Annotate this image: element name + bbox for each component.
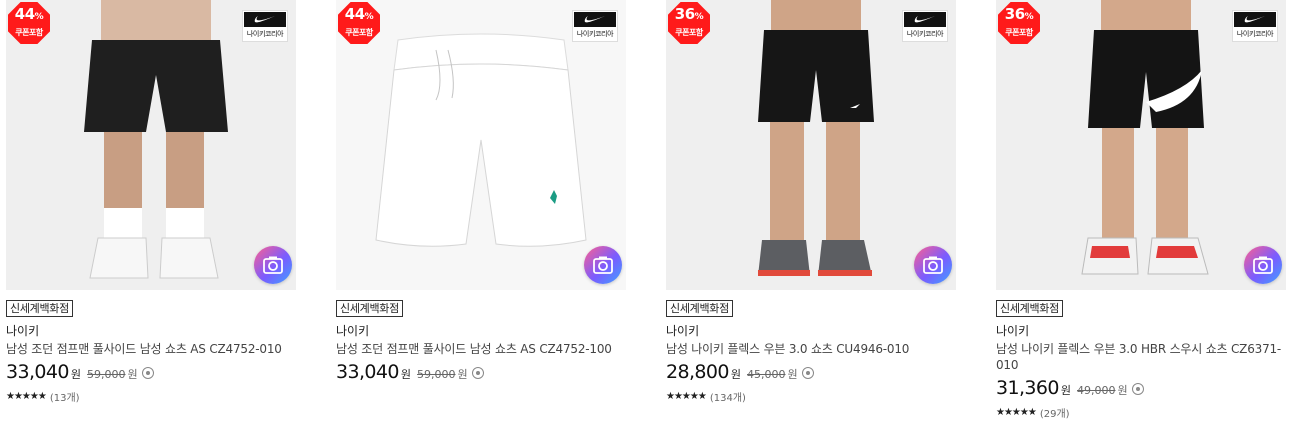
nike-swoosh-icon <box>1244 16 1265 23</box>
info-icon[interactable] <box>801 367 814 379</box>
camera-icon <box>923 256 943 274</box>
product-photo-model-black-shorts <box>666 0 956 290</box>
product-card[interactable]: 44% 쿠폰포함 나이키코리아 신세계백화점 나이키 남성 조던 점프맨 풀사이… <box>336 0 626 385</box>
brand-name[interactable]: 나이키 <box>336 323 626 339</box>
star-rating: ★★★★★ <box>666 390 707 402</box>
camera-icon <box>593 256 613 274</box>
review-count[interactable]: (13개) <box>50 389 80 404</box>
brand-name[interactable]: 나이키 <box>996 323 1286 339</box>
store-tag: 신세계백화점 <box>336 300 403 317</box>
price-unit: 원 <box>1060 384 1072 397</box>
rating-row: ★★★★★ (134개) <box>666 389 956 404</box>
rating-row: ★★★★★ (29개) <box>996 405 1286 420</box>
product-image[interactable]: 44% 쿠폰포함 나이키코리아 <box>336 0 626 290</box>
brand-logo: 나이키코리아 <box>1232 10 1278 42</box>
nike-swoosh-icon <box>254 16 275 23</box>
discount-value: 44 <box>344 5 365 23</box>
discount-value: 36 <box>674 5 695 23</box>
price-unit: 원 <box>400 368 412 381</box>
similar-search-button[interactable] <box>914 246 952 284</box>
brand-logo: 나이키코리아 <box>902 10 948 42</box>
store-tag: 신세계백화점 <box>996 300 1063 317</box>
product-title[interactable]: 남성 나이키 플렉스 우븐 3.0 HBR 스우시 쇼츠 CZ6371-010 <box>996 341 1286 373</box>
original-price: 45,000 <box>747 368 786 381</box>
brand-name[interactable]: 나이키 <box>6 323 296 339</box>
sale-price: 28,800 <box>666 361 729 383</box>
sale-price: 33,040 <box>336 361 399 383</box>
sale-price: 33,040 <box>6 361 69 383</box>
price-unit: 원 <box>730 368 742 381</box>
price-row: 33,040 원 59,000 원 <box>6 361 296 385</box>
sale-price: 31,360 <box>996 377 1059 399</box>
coupon-label: 쿠폰포함 <box>675 28 703 37</box>
original-price-unit: 원 <box>1117 384 1128 397</box>
store-tag: 신세계백화점 <box>666 300 733 317</box>
camera-icon <box>263 256 283 274</box>
product-image[interactable]: 36% 쿠폰포함 나이키코리아 <box>666 0 956 290</box>
discount-unit: % <box>364 12 374 22</box>
product-card[interactable]: 36% 쿠폰포함 나이키코리아 신세계백화점 나이키 남성 나이키 플렉스 우븐… <box>996 0 1286 420</box>
brand-logo: 나이키코리아 <box>572 10 618 42</box>
product-card[interactable]: 36% 쿠폰포함 나이키코리아 신세계백화점 나이키 남성 나이키 플렉스 우븐… <box>666 0 956 404</box>
brand-logo-label: 나이키코리아 <box>246 30 284 38</box>
product-grid: 44% 쿠폰포함 나이키코리아 신세계백화점 나이키 남성 조던 점프맨 풀사이… <box>0 0 1293 424</box>
original-price: 49,000 <box>1077 384 1116 397</box>
discount-unit: % <box>694 12 704 22</box>
brand-logo-label: 나이키코리아 <box>906 30 944 38</box>
price-row: 31,360 원 49,000 원 <box>996 377 1286 401</box>
info-icon[interactable] <box>471 367 484 379</box>
original-price-unit: 원 <box>457 368 468 381</box>
price-unit: 원 <box>70 368 82 381</box>
original-price: 59,000 <box>87 368 126 381</box>
discount-unit: % <box>1024 12 1034 22</box>
original-price-unit: 원 <box>127 368 138 381</box>
nike-swoosh-icon <box>914 16 935 23</box>
product-image[interactable]: 44% 쿠폰포함 나이키코리아 <box>6 0 296 290</box>
nike-swoosh-icon <box>584 16 605 23</box>
product-image[interactable]: 36% 쿠폰포함 나이키코리아 <box>996 0 1286 290</box>
info-icon[interactable] <box>141 367 154 379</box>
coupon-label: 쿠폰포함 <box>1005 28 1033 37</box>
star-rating: ★★★★★ <box>996 406 1037 418</box>
brand-logo-label: 나이키코리아 <box>1236 30 1274 38</box>
original-price-unit: 원 <box>787 368 798 381</box>
review-count[interactable]: (134개) <box>710 389 746 404</box>
brand-name[interactable]: 나이키 <box>666 323 956 339</box>
product-title[interactable]: 남성 조던 점프맨 풀사이드 남성 쇼츠 AS CZ4752-100 <box>336 341 626 357</box>
similar-search-button[interactable] <box>584 246 622 284</box>
similar-search-button[interactable] <box>254 246 292 284</box>
product-photo-white-shorts <box>336 0 626 290</box>
camera-icon <box>1253 256 1273 274</box>
coupon-label: 쿠폰포함 <box>345 28 373 37</box>
rating-row: ★★★★★ (13개) <box>6 389 296 404</box>
product-photo-model-black-shorts <box>996 0 1286 290</box>
discount-unit: % <box>34 12 44 22</box>
coupon-label: 쿠폰포함 <box>15 28 43 37</box>
product-photo-model-black-shorts <box>6 0 296 290</box>
discount-value: 36 <box>1004 5 1025 23</box>
discount-value: 44 <box>14 5 35 23</box>
brand-logo: 나이키코리아 <box>242 10 288 42</box>
similar-search-button[interactable] <box>1244 246 1282 284</box>
star-rating: ★★★★★ <box>6 390 47 402</box>
price-row: 33,040 원 59,000 원 <box>336 361 626 385</box>
price-row: 28,800 원 45,000 원 <box>666 361 956 385</box>
original-price: 59,000 <box>417 368 456 381</box>
product-title[interactable]: 남성 조던 점프맨 풀사이드 남성 쇼츠 AS CZ4752-010 <box>6 341 296 357</box>
info-icon[interactable] <box>1131 383 1144 395</box>
review-count[interactable]: (29개) <box>1040 405 1070 420</box>
brand-logo-label: 나이키코리아 <box>576 30 614 38</box>
product-card[interactable]: 44% 쿠폰포함 나이키코리아 신세계백화점 나이키 남성 조던 점프맨 풀사이… <box>6 0 296 404</box>
product-title[interactable]: 남성 나이키 플렉스 우븐 3.0 쇼츠 CU4946-010 <box>666 341 956 357</box>
store-tag: 신세계백화점 <box>6 300 73 317</box>
